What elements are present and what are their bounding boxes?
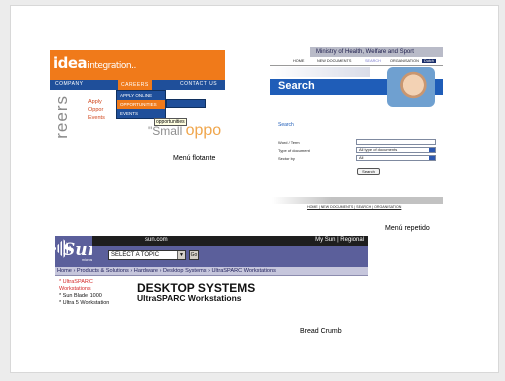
document-type-label: Type of document [278,148,310,153]
top-header: sun.com My Sun | Regional [92,236,368,246]
menu-item-events[interactable]: EVENTS [117,109,165,118]
left-nav-item-workstations[interactable]: Workstations [59,286,109,293]
document-type-select[interactable]: All type of documents [356,147,436,153]
footer-bar [272,197,443,204]
menu-item-apply-online[interactable]: APPLY ONLINE [117,91,165,100]
logo-area: Sun. microsystems [55,236,106,267]
left-nav-item-ultrasparc[interactable]: * UltraSPARC [59,279,109,286]
go-button[interactable]: Go [189,250,199,260]
left-nav-item-sun-blade[interactable]: * Sun Blade 1000 [59,293,109,300]
top-navigation: HOME NEW DOCUMENTS SEARCH ORGANISATION D… [270,57,443,66]
repeated-footer-menu[interactable]: HOME | NEW DOCUMENTS | SEARCH | ORGANISA… [307,205,401,209]
chevron-down-icon: ▼ [177,251,185,259]
language-toggle[interactable]: Dutch [422,59,436,63]
nav-new-documents[interactable]: NEW DOCUMENTS [317,59,351,63]
top-navigation: COMPANY CAREERS CONTACT US [50,80,225,90]
nav-organisation[interactable]: ORGANISATION [390,59,419,63]
sector-label: Sector by [278,156,295,161]
breadcrumb-screenshot: Sun. microsystems sun.com My Sun | Regio… [55,236,368,322]
caption-breadcrumb: Bread Crumb [300,328,342,335]
caption-floating-menu: Menú flotante [173,155,216,162]
child-photo [387,67,435,107]
nav-search[interactable]: SEARCH [365,59,381,63]
tooltip: opportunities [154,118,187,126]
site-name[interactable]: sun.com [145,237,168,243]
link-apply[interactable]: Apply [88,98,105,106]
search-subheading: Search [278,122,294,128]
chevron-down-icon [429,148,435,152]
menu-item-opportunities[interactable]: OPPORTUNITIES [117,100,165,109]
decorative-gradient [270,67,370,77]
left-nav-item-ultra5[interactable]: * Ultra 5 Workstation [59,300,109,307]
floating-menu-screenshot: ideaintegration.. COMPANY CAREERS CONTAC… [50,50,225,142]
side-links: Apply Oppor Events [88,98,105,122]
ministry-banner: Ministry of Health, Welfare and Sport [310,47,443,57]
nav-company[interactable]: COMPANY [55,81,83,87]
site-header: ideaintegration.. [50,50,225,80]
nav-careers[interactable]: CAREERS [118,80,152,90]
word-term-label: Word / Term [278,140,300,145]
topic-select[interactable]: SELECT A TOPIC ▼ [108,250,186,260]
my-sun-links[interactable]: My Sun | Regional [315,237,364,243]
nav-home[interactable]: HOME [293,59,304,63]
flyout-submenu[interactable] [166,99,206,108]
sector-select[interactable]: All [356,155,436,161]
careers-dropdown-menu: APPLY ONLINE OPPORTUNITIES EVENTS [116,90,166,119]
caption-repeated-menu: Menú repetido [385,225,430,232]
word-term-input[interactable] [356,139,436,145]
nav-contact-us[interactable]: CONTACT US [180,81,217,87]
repeated-menu-screenshot: Ministry of Health, Welfare and Sport HO… [270,47,443,212]
link-events[interactable]: Events [88,114,105,122]
breadcrumb[interactable]: Home › Products & Solutions › Hardware ›… [55,267,368,276]
link-opportunities[interactable]: Oppor [88,106,105,114]
search-button[interactable]: Search [357,168,380,175]
page-subtitle: UltraSPARC Workstations [137,293,242,303]
search-heading: Search [278,80,315,92]
chevron-down-icon [429,156,435,160]
left-nav: * UltraSPARC Workstations * Sun Blade 10… [59,279,109,307]
vertical-heading: reers [52,95,71,139]
idea-integration-logo[interactable]: ideaintegration.. [53,54,136,72]
